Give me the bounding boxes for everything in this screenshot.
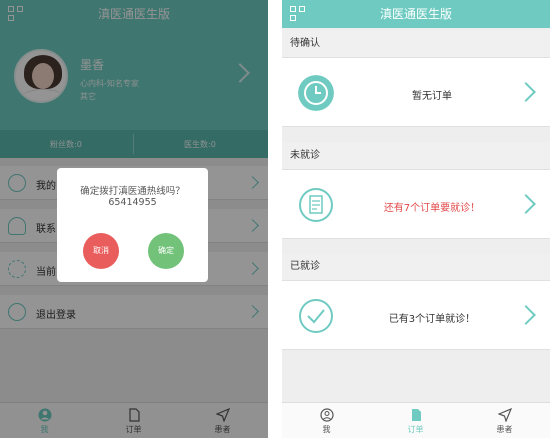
document-icon bbox=[299, 188, 333, 222]
confirm-button[interactable]: 确定 bbox=[148, 233, 184, 269]
section-header-pending: 待确认 bbox=[282, 31, 550, 57]
visited-orders-card[interactable]: 已有3个订单就诊！ bbox=[282, 280, 550, 350]
tab-patients[interactable]: 患者 bbox=[460, 403, 549, 438]
qr-code-icon[interactable] bbox=[290, 6, 306, 22]
top-bar: 滇医通医生版 bbox=[282, 0, 550, 28]
pending-orders-text: 暂无订单 bbox=[412, 91, 452, 102]
clock-icon bbox=[298, 75, 334, 111]
screen-divider bbox=[268, 0, 282, 438]
app-title: 滇医通医生版 bbox=[379, 7, 452, 21]
document-icon bbox=[411, 409, 421, 421]
not-visited-orders-text: 还有7个订单要就诊！ bbox=[383, 203, 481, 214]
check-icon bbox=[299, 299, 333, 333]
tab-orders[interactable]: 订单 bbox=[371, 403, 460, 438]
section-header-not-visited: 未就诊 bbox=[282, 143, 550, 169]
tab-me[interactable]: 我 bbox=[282, 403, 371, 438]
section-header-visited: 已就诊 bbox=[282, 254, 550, 280]
left-phone-screen: 滇医通医生版 墨香 心内科-知名专家 其它 粉丝数:0 医生数:0 我的 联系 … bbox=[0, 0, 268, 438]
visited-orders-text: 已有3个订单就诊！ bbox=[388, 314, 476, 325]
dialog-message: 确定拨打滇医通热线吗？ bbox=[80, 186, 185, 197]
not-visited-orders-card[interactable]: 还有7个订单要就诊！ bbox=[282, 169, 550, 239]
person-icon bbox=[319, 408, 334, 422]
bottom-tab-bar: 我 订单 患者 bbox=[282, 402, 550, 438]
cancel-button[interactable]: 取消 bbox=[83, 233, 119, 269]
call-hotline-dialog: 确定拨打滇医通热线吗？ 65414955 取消 确定 bbox=[57, 168, 208, 282]
dialog-phone-number: 65414955 bbox=[108, 197, 157, 208]
send-icon bbox=[497, 408, 512, 422]
pending-orders-card[interactable]: 暂无订单 bbox=[282, 57, 550, 127]
right-phone-screen: 滇医通医生版 待确认 暂无订单 未就诊 还有7个订单要就诊！ 已就诊 已有3个订… bbox=[282, 0, 550, 438]
